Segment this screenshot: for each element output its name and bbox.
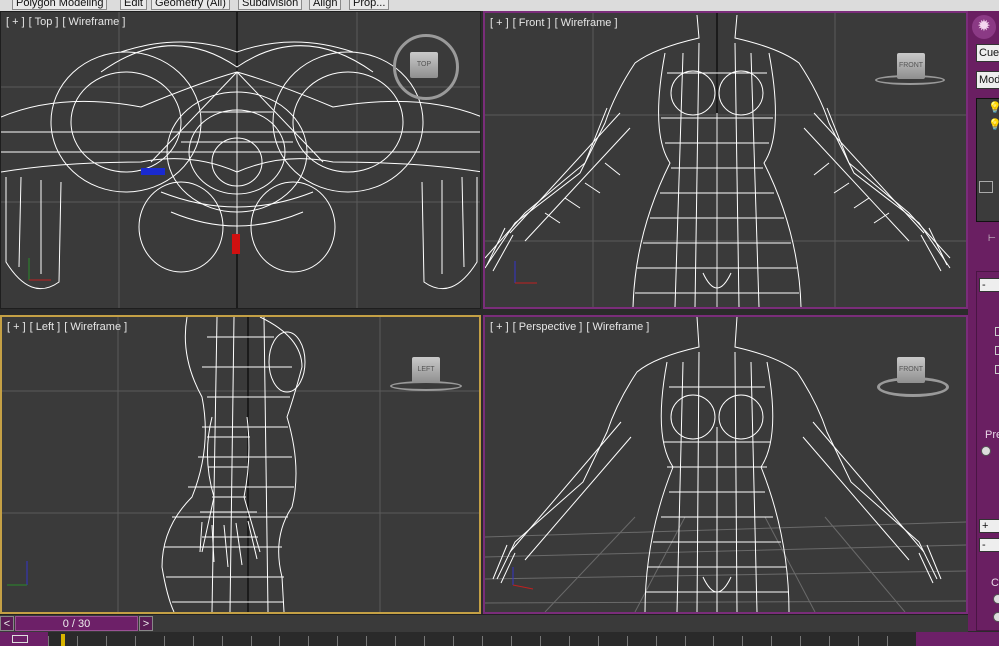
time-slider-thumb[interactable]: 0 / 30	[15, 616, 138, 631]
bulb-icon[interactable]: 💡	[988, 118, 999, 131]
viewport-view-button[interactable]: [ Left ]	[30, 321, 61, 333]
ribbon-tab-geometry[interactable]: Geometry (All)	[151, 0, 230, 10]
viewport-top-label[interactable]: [ + ] [ Top ][ Wireframe ]	[6, 16, 129, 28]
track-tick	[482, 636, 483, 646]
ribbon-tabs: Polygon Modeling Edit Geometry (All) Sub…	[0, 0, 999, 11]
viewport-menu-button[interactable]: [ + ]	[6, 16, 25, 28]
viewport-front-label[interactable]: [ + ] [ Front ] [ Wireframe ]	[490, 17, 622, 29]
track-tick	[453, 636, 454, 646]
track-tick	[540, 636, 541, 646]
track-tick	[713, 636, 714, 646]
co-label: Co	[991, 577, 999, 589]
filter-icon	[12, 635, 28, 643]
track-ruler[interactable]	[48, 632, 917, 646]
viewport-front-canvas[interactable]	[485, 13, 966, 307]
track-tick	[279, 636, 280, 646]
track-tick	[135, 636, 136, 646]
track-bar[interactable]	[0, 632, 999, 646]
viewport-menu-button[interactable]: [ + ]	[490, 17, 509, 29]
track-tick	[569, 636, 570, 646]
command-panel: ✹ Cuer Mod 💡 💡 ⊢ - Pre + - Co	[968, 11, 999, 631]
track-tick	[424, 636, 425, 646]
co-radio-2[interactable]	[993, 612, 999, 622]
next-frame-button[interactable]: >	[139, 616, 153, 631]
option-checkbox[interactable]	[995, 365, 999, 374]
object-name-field[interactable]: Cuer	[976, 44, 999, 62]
viewcube-face[interactable]: FRONT	[897, 53, 925, 79]
viewport-perspective-label[interactable]: [ + ] [ Perspective ][ Wireframe ]	[490, 321, 653, 333]
rollout-area: - Pre + - Co	[976, 271, 999, 631]
pin-stack-icon[interactable]: ⊢	[988, 233, 996, 244]
preset-radio[interactable]	[981, 446, 991, 456]
option-checkbox[interactable]	[995, 346, 999, 355]
viewport-view-button[interactable]: [ Top ]	[29, 16, 59, 28]
wireframe-mesh-left	[161, 317, 306, 612]
ribbon-tab-align[interactable]: Align	[309, 0, 342, 10]
ribbon-tab-polygon-modeling[interactable]: Polygon Modeling	[12, 0, 108, 10]
wireframe-mesh-perspective	[492, 317, 942, 612]
viewport-shading-button[interactable]: [ Wireframe ]	[62, 16, 125, 28]
ribbon-tab-properties[interactable]: Prop...	[349, 0, 390, 10]
viewport-left-label[interactable]: [ + ] [ Left ][ Wireframe ]	[7, 321, 131, 333]
track-tick	[48, 636, 49, 646]
viewport-view-button[interactable]: [ Perspective ]	[513, 321, 583, 333]
track-tick	[656, 636, 657, 646]
viewport-shading-button[interactable]: [ Wireframe ]	[64, 321, 127, 333]
track-tick	[337, 636, 338, 646]
track-tick	[685, 636, 686, 646]
track-tick	[193, 636, 194, 646]
track-tick	[164, 636, 165, 646]
viewcube-face[interactable]: FRONT	[897, 357, 925, 383]
co-radio[interactable]	[993, 594, 999, 604]
viewport-view-button[interactable]: [ Front ]	[513, 17, 551, 29]
track-tick	[366, 636, 367, 646]
rollout-collapse-button-2[interactable]: -	[979, 538, 999, 552]
track-tick	[742, 636, 743, 646]
viewcube-face[interactable]: TOP	[410, 52, 438, 78]
track-tick	[106, 636, 107, 646]
track-tick	[222, 636, 223, 646]
track-tick	[887, 636, 888, 646]
viewport-menu-button[interactable]: [ + ]	[490, 321, 509, 333]
modifier-list-dropdown[interactable]: Mod	[976, 71, 999, 89]
ribbon-tab-edit[interactable]: Edit	[120, 0, 147, 10]
track-tick	[511, 636, 512, 646]
time-slider[interactable]: < 0 / 30 >	[0, 614, 968, 632]
prev-frame-button[interactable]: <	[0, 616, 14, 631]
viewport-perspective-canvas[interactable]	[485, 317, 966, 612]
viewport-shading-button[interactable]: [ Wireframe ]	[586, 321, 649, 333]
option-checkbox[interactable]	[995, 327, 999, 336]
expand-icon[interactable]	[979, 181, 993, 193]
track-tick	[800, 636, 801, 646]
viewport-front[interactable]: [ + ] [ Front ] [ Wireframe ] FRONT	[483, 11, 968, 309]
rollout-collapse-button[interactable]: -	[979, 278, 999, 292]
rollout-expand-button[interactable]: +	[979, 519, 999, 533]
keyframe-marker[interactable]	[61, 634, 65, 646]
track-tick	[771, 636, 772, 646]
ribbon-tab-subdivision[interactable]: Subdivision	[238, 0, 303, 10]
track-bar-end	[916, 632, 999, 646]
track-tick	[395, 636, 396, 646]
modifier-stack[interactable]: 💡 💡	[976, 98, 999, 222]
viewport-top[interactable]: [ + ] [ Top ][ Wireframe ] TOP	[0, 11, 481, 309]
bulb-icon[interactable]: 💡	[988, 101, 999, 114]
viewport-left[interactable]: [ + ] [ Left ][ Wireframe ] LEFT	[0, 315, 481, 614]
track-tick	[77, 636, 78, 646]
track-tick	[598, 636, 599, 646]
track-tick	[251, 636, 252, 646]
track-tick	[858, 636, 859, 646]
viewcube-face[interactable]: LEFT	[412, 357, 440, 383]
preset-label: Pre	[985, 429, 999, 441]
viewport-shading-button[interactable]: [ Wireframe ]	[555, 17, 618, 29]
track-tick	[829, 636, 830, 646]
viewport-menu-button[interactable]: [ + ]	[7, 321, 26, 333]
gear-icon[interactable]: ✹	[972, 15, 996, 39]
viewport-perspective[interactable]: [ + ] [ Perspective ][ Wireframe ] FRONT	[483, 315, 968, 614]
track-tick	[627, 636, 628, 646]
track-tick	[308, 636, 309, 646]
viewport-left-canvas[interactable]	[2, 317, 479, 612]
track-filter-button[interactable]	[0, 632, 48, 646]
